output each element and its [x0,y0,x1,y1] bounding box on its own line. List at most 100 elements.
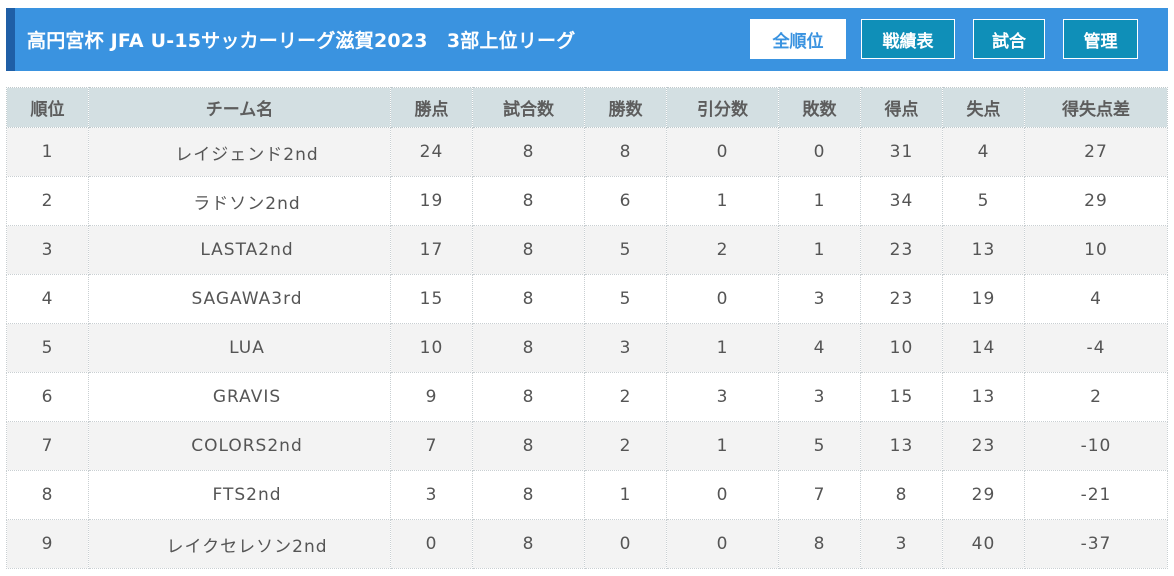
table-row: 6 GRAVIS 9 8 2 3 3 15 13 2 [6,372,1168,422]
cell-points: 24 [390,127,473,177]
cell-goal-difference: 10 [1024,225,1168,275]
cell-goals-against: 13 [942,225,1025,275]
cell-goals-for: 15 [860,372,943,422]
cell-points: 0 [390,519,473,569]
cell-wins: 5 [584,225,667,275]
cell-goals-for: 23 [860,225,943,275]
nav-results-table-button[interactable]: 戦績表 [861,19,955,59]
table-header-row: 順位 チーム名 勝点 試合数 勝数 引分数 敗数 得点 失点 得失点差 [6,87,1168,128]
cell-draws: 3 [666,372,779,422]
col-header-draws: 引分数 [666,87,779,128]
cell-goals-against: 40 [942,519,1025,569]
cell-goals-against: 23 [942,421,1025,471]
col-header-points: 勝点 [390,87,473,128]
cell-team-name: LASTA2nd [88,225,391,275]
cell-goal-difference: -37 [1024,519,1168,569]
cell-rank: 8 [6,470,89,520]
cell-draws: 0 [666,519,779,569]
cell-draws: 0 [666,274,779,324]
cell-losses: 8 [778,519,861,569]
cell-wins: 1 [584,470,667,520]
cell-played: 8 [472,470,585,520]
cell-points: 7 [390,421,473,471]
cell-draws: 0 [666,127,779,177]
cell-goals-for: 31 [860,127,943,177]
cell-points: 9 [390,372,473,422]
cell-team-name: レイクセレソン2nd [88,519,391,569]
cell-team-name: LUA [88,323,391,373]
cell-rank: 3 [6,225,89,275]
cell-goal-difference: -10 [1024,421,1168,471]
cell-points: 17 [390,225,473,275]
page-title: 高円宮杯 JFA U-15サッカーリーグ滋賀2023 3部上位リーグ [27,30,576,52]
col-header-rank: 順位 [6,87,89,128]
cell-played: 8 [472,372,585,422]
cell-team-name: GRAVIS [88,372,391,422]
cell-goals-for: 23 [860,274,943,324]
table-row: 2 ラドソン2nd 19 8 6 1 1 34 5 29 [6,176,1168,226]
cell-played: 8 [472,519,585,569]
cell-losses: 1 [778,176,861,226]
nav-admin-button[interactable]: 管理 [1063,19,1138,59]
cell-goals-for: 8 [860,470,943,520]
cell-rank: 4 [6,274,89,324]
cell-draws: 2 [666,225,779,275]
cell-draws: 1 [666,323,779,373]
cell-goal-difference: 2 [1024,372,1168,422]
table-row: 9 レイクセレソン2nd 0 8 0 0 8 3 40 -37 [6,519,1168,569]
cell-rank: 6 [6,372,89,422]
col-header-goal-difference: 得失点差 [1024,87,1168,128]
cell-rank: 7 [6,421,89,471]
cell-goals-against: 29 [942,470,1025,520]
cell-goal-difference: -4 [1024,323,1168,373]
cell-played: 8 [472,323,585,373]
cell-draws: 1 [666,421,779,471]
cell-wins: 6 [584,176,667,226]
cell-goals-for: 13 [860,421,943,471]
table-row: 8 FTS2nd 3 8 1 0 7 8 29 -21 [6,470,1168,520]
cell-draws: 0 [666,470,779,520]
nav-matches-button[interactable]: 試合 [973,19,1045,59]
cell-played: 8 [472,421,585,471]
col-header-losses: 敗数 [778,87,861,128]
cell-rank: 5 [6,323,89,373]
cell-draws: 1 [666,176,779,226]
cell-losses: 5 [778,421,861,471]
page-header: 高円宮杯 JFA U-15サッカーリーグ滋賀2023 3部上位リーグ 全順位 戦… [6,8,1168,71]
cell-points: 15 [390,274,473,324]
cell-goals-against: 13 [942,372,1025,422]
cell-wins: 5 [584,274,667,324]
cell-played: 8 [472,225,585,275]
cell-goals-for: 34 [860,176,943,226]
cell-goals-against: 19 [942,274,1025,324]
cell-losses: 3 [778,274,861,324]
cell-goals-for: 10 [860,323,943,373]
cell-goals-against: 4 [942,127,1025,177]
cell-wins: 2 [584,421,667,471]
cell-rank: 1 [6,127,89,177]
nav-all-standings-button[interactable]: 全順位 [750,19,846,59]
cell-team-name: ラドソン2nd [88,176,391,226]
cell-losses: 0 [778,127,861,177]
table-row: 7 COLORS2nd 7 8 2 1 5 13 23 -10 [6,421,1168,471]
cell-goal-difference: 4 [1024,274,1168,324]
cell-goals-for: 3 [860,519,943,569]
cell-team-name: FTS2nd [88,470,391,520]
table-row: 1 レイジェンド2nd 24 8 8 0 0 31 4 27 [6,127,1168,177]
cell-goals-against: 14 [942,323,1025,373]
cell-played: 8 [472,176,585,226]
cell-losses: 3 [778,372,861,422]
cell-goal-difference: -21 [1024,470,1168,520]
cell-rank: 9 [6,519,89,569]
cell-played: 8 [472,127,585,177]
col-header-wins: 勝数 [584,87,667,128]
header-nav: 全順位 戦績表 試合 管理 [750,19,1168,59]
cell-points: 10 [390,323,473,373]
cell-goal-difference: 29 [1024,176,1168,226]
cell-points: 19 [390,176,473,226]
cell-wins: 2 [584,372,667,422]
cell-rank: 2 [6,176,89,226]
cell-losses: 7 [778,470,861,520]
cell-team-name: SAGAWA3rd [88,274,391,324]
col-header-team: チーム名 [88,87,391,128]
